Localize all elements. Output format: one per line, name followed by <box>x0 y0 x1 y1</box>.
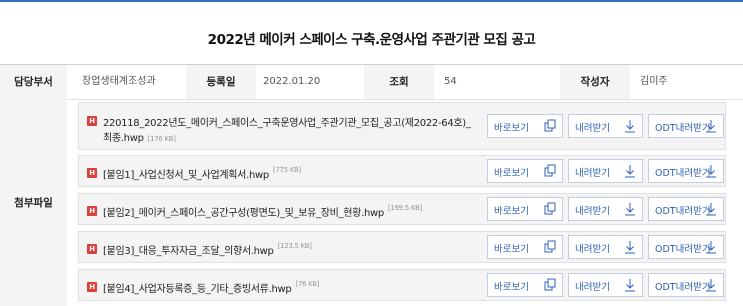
download-icon <box>706 241 716 254</box>
view-icon <box>544 278 556 291</box>
view-icon <box>544 240 556 253</box>
view-button[interactable]: 바로보기 <box>487 114 563 138</box>
notice-detail: 2022년 메이커 스페이스 구축.운영사업 주관기관 모집 공고 담당부서 창… <box>0 0 743 306</box>
dept-value: 창업생태계조성과 <box>82 76 156 87</box>
file-item: H [붙임4]_사업자등록증_등_기타_증빙서류.hwp [76 KB] 바로보기… <box>78 269 726 301</box>
odt-download-button[interactable]: ODT내려받기 <box>648 235 724 259</box>
author-value: 김미주 <box>640 76 668 87</box>
download-icon <box>706 120 716 133</box>
hwp-file-icon: H <box>87 244 97 254</box>
attachments-label: 첨부파일 <box>0 99 67 306</box>
odt-download-button[interactable]: ODT내려받기 <box>648 197 724 221</box>
download-button[interactable]: 내려받기 <box>568 273 643 297</box>
hwp-file-icon: H <box>87 206 97 216</box>
file-name[interactable]: [붙임4]_사업자등록증_등_기타_증빙서류.hwp <box>103 280 292 295</box>
file-item: H [붙임2]_메이커_스페이스_공간구성(평면도)_및_보유_장비_현황.hw… <box>78 193 726 225</box>
views-value: 54 <box>444 76 457 87</box>
file-item: H [붙임1]_사업신청서_및_사업계획서.hwp [775 KB] 바로보기 내… <box>78 155 726 187</box>
view-icon <box>544 202 556 215</box>
file-size: [123.5 KB] <box>277 242 312 250</box>
download-icon <box>706 203 716 216</box>
top-divider <box>0 0 743 2</box>
view-button[interactable]: 바로보기 <box>487 159 563 183</box>
file-name[interactable]: [붙임2]_메이커_스페이스_공간구성(평면도)_및_보유_장비_현황.hwp <box>103 204 384 219</box>
file-item: H [붙임3]_대응_투자자금_조달_의향서.hwp [123.5 KB] 바로보… <box>78 231 726 263</box>
date-label: 등록일 <box>186 65 256 99</box>
info-row: 담당부서 창업생태계조성과 등록일 2022.01.20 조회 54 작성자 김… <box>0 64 743 100</box>
hwp-file-icon: H <box>87 282 97 292</box>
author-label: 작성자 <box>560 65 630 99</box>
download-icon <box>625 120 635 133</box>
file-size: [199.5 KB] <box>387 204 423 212</box>
file-name[interactable]: [붙임1]_사업신청서_및_사업계획서.hwp <box>103 166 269 181</box>
download-icon <box>625 241 635 254</box>
odt-download-button[interactable]: ODT내려받기 <box>648 114 724 138</box>
dept-label: 담당부서 <box>0 65 67 99</box>
download-icon <box>625 203 635 216</box>
file-size: [775 KB] <box>272 166 301 174</box>
file-name-cont[interactable]: 최종.hwp <box>103 133 144 144</box>
download-button[interactable]: 내려받기 <box>568 235 643 259</box>
odt-download-button[interactable]: ODT내려받기 <box>648 273 724 297</box>
hwp-file-icon: H <box>87 168 97 178</box>
download-icon <box>706 165 716 178</box>
view-button[interactable]: 바로보기 <box>487 197 563 221</box>
download-icon <box>706 279 716 292</box>
date-value: 2022.01.20 <box>263 76 321 87</box>
download-icon <box>625 279 635 292</box>
file-size: [176 KB] <box>147 135 176 143</box>
download-icon <box>625 165 635 178</box>
view-icon <box>544 119 556 132</box>
view-icon <box>544 164 556 177</box>
file-name[interactable]: 220118_2022년도_메이커_스페이스_구축운영사업_주관기관_모집_공고… <box>103 118 471 129</box>
file-item: H 220118_2022년도_메이커_스페이스_구축운영사업_주관기관_모집_… <box>78 102 726 150</box>
file-name[interactable]: [붙임3]_대응_투자자금_조달_의향서.hwp <box>103 242 274 257</box>
file-size: [76 KB] <box>295 280 320 288</box>
odt-download-button[interactable]: ODT내려받기 <box>648 159 724 183</box>
download-button[interactable]: 내려받기 <box>568 197 643 221</box>
download-button[interactable]: 내려받기 <box>568 159 643 183</box>
view-button[interactable]: 바로보기 <box>487 273 563 297</box>
page-title: 2022년 메이커 스페이스 구축.운영사업 주관기관 모집 공고 <box>207 32 536 48</box>
view-button[interactable]: 바로보기 <box>487 235 563 259</box>
views-label: 조회 <box>364 65 434 99</box>
attachments-section: 첨부파일 H 220118_2022년도_메이커_스페이스_구축운영사업_주관기… <box>0 99 743 306</box>
download-button[interactable]: 내려받기 <box>568 114 643 138</box>
hwp-file-icon: H <box>87 116 97 126</box>
